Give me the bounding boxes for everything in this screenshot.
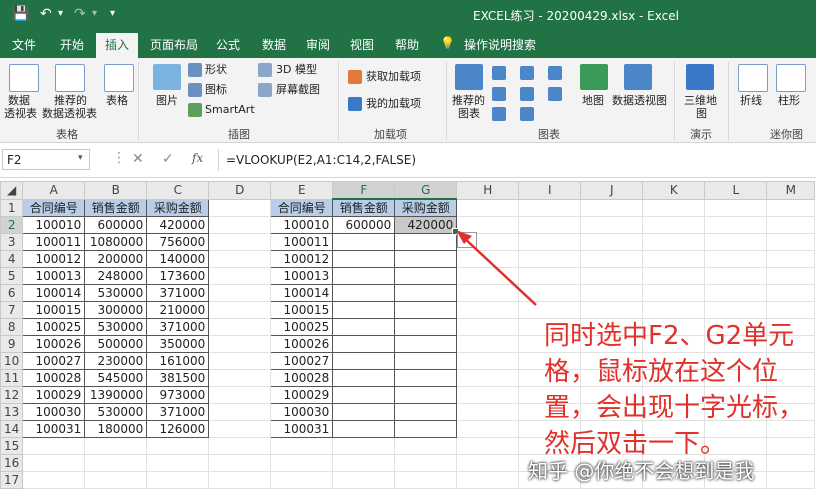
annotation-text: 同时选中F2、G2单元格，鼠标放在这个位置，会出现十字光标，然后双击一下。 — [544, 321, 805, 459]
arrow-line — [461, 235, 537, 306]
watermark: 知乎 @你绝不会想到是我 — [528, 459, 755, 483]
